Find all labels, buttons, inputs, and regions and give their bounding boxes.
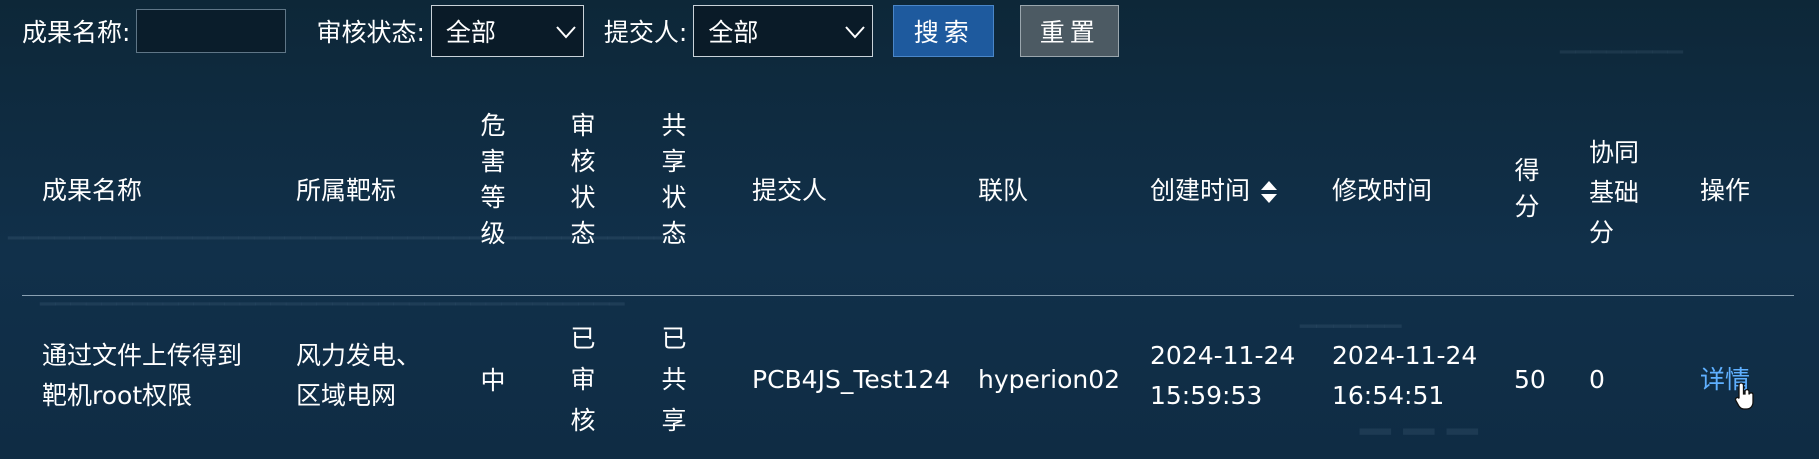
header-share: 共 享 状 态 (659, 108, 689, 252)
header-share-char: 共 (661, 111, 687, 140)
header-hazard: 危 害 等 级 (478, 108, 508, 252)
header-review-char: 审 (570, 111, 596, 140)
background-ghost: ▔▔▔▔▔▔▔▔ (1560, 50, 1684, 74)
cell-collab: 0 (1589, 365, 1605, 394)
header-review-char: 核 (570, 147, 596, 176)
header-review-char: 状 (570, 183, 596, 212)
cell-modified-time: 16:54:51 (1332, 381, 1445, 410)
reset-button[interactable]: 重置 (1020, 5, 1120, 57)
header-share-char: 状 (661, 183, 687, 212)
cell-modified-date: 2024-11-24 (1332, 341, 1478, 370)
header-review-char: 态 (570, 219, 596, 248)
cell-target-line: 区域电网 (296, 381, 397, 410)
cell-team: hyperion02 (978, 365, 1121, 394)
header-score-char: 得 (1514, 156, 1540, 185)
page: ▔▔▔▔▔▔▔▔▔▔▔▔▔▔▔▔▔▔▔▔▔▔▔▔▔▔▔▔▔▔▔▔▔▔▔▔▔▔▔▔… (0, 0, 1819, 459)
header-modified: 修改时间 (1332, 176, 1433, 205)
header-collab-line: 分 (1589, 218, 1615, 247)
cell-created: 2024-11-24 15:59:53 (1150, 336, 1295, 416)
table-header: 成果名称 所属靶标 危 害 等 级 审 核 状 态 共 享 状 态 提交人 联队… (0, 100, 1819, 295)
header-created-label: 创建时间 (1150, 176, 1251, 205)
header-score: 得 分 (1512, 153, 1542, 225)
status-filter-value: 全部 (445, 18, 496, 47)
search-button[interactable]: 搜索 (893, 5, 995, 57)
table-row: 通过文件上传得到 靶机root权限 风力发电、 区域电网 中 已 审 核 已 共… (0, 300, 1819, 459)
sort-icon[interactable] (1260, 178, 1278, 206)
header-name: 成果名称 (42, 176, 143, 205)
header-divider (22, 295, 1794, 296)
cell-target-line: 风力发电、 (296, 341, 422, 370)
cursor-icon (1734, 382, 1754, 410)
name-filter-label: 成果名称: (22, 18, 131, 47)
submitter-filter-select[interactable]: 全部 (693, 5, 874, 57)
header-created[interactable]: 创建时间 (1150, 173, 1278, 209)
submitter-filter-value: 全部 (708, 18, 759, 47)
cell-created-date: 2024-11-24 (1150, 341, 1296, 370)
header-action: 操作 (1700, 176, 1751, 205)
header-share-char: 态 (661, 219, 687, 248)
header-hazard-char: 等 (480, 183, 506, 212)
header-submitter: 提交人 (752, 176, 828, 205)
cell-hazard: 中 (480, 366, 506, 395)
cell-review: 已 审 核 (568, 318, 598, 441)
chevron-down-icon (556, 26, 576, 39)
header-hazard-char: 害 (480, 147, 506, 176)
header-target: 所属靶标 (296, 176, 397, 205)
name-filter-input[interactable] (136, 9, 287, 53)
header-share-char: 享 (661, 147, 687, 176)
status-filter-select[interactable]: 全部 (430, 5, 584, 57)
header-collab-line: 基础 (1589, 178, 1640, 207)
submitter-filter-label: 提交人: (603, 18, 688, 47)
header-team: 联队 (978, 176, 1029, 205)
status-filter-label: 审核状态: (316, 18, 425, 47)
cell-created-time: 15:59:53 (1150, 381, 1263, 410)
header-collab: 协同 基础 分 (1589, 133, 1639, 253)
cell-score: 50 (1514, 365, 1546, 394)
chevron-down-icon (845, 26, 866, 39)
cell-share-char: 已 (661, 324, 687, 353)
cell-share-char: 共 (661, 365, 687, 394)
cell-submitter: PCB4JS_Test124 (752, 365, 951, 394)
cell-review-char: 核 (570, 406, 596, 435)
cell-review-char: 审 (570, 365, 596, 394)
cell-name: 通过文件上传得到 靶机root权限 (42, 336, 242, 416)
filter-bar: 成果名称: 审核状态: 全部 提交人: 全部 搜索 重置 (22, 4, 1120, 58)
cell-modified: 2024-11-24 16:54:51 (1332, 336, 1477, 416)
cell-name-line: 靶机root权限 (42, 381, 193, 410)
cell-target: 风力发电、 区域电网 (296, 336, 421, 416)
header-collab-line: 协同 (1589, 138, 1640, 167)
cell-share: 已 共 享 (659, 318, 689, 441)
cell-share-char: 享 (661, 406, 687, 435)
header-review: 审 核 状 态 (568, 108, 598, 252)
header-score-char: 分 (1514, 192, 1540, 221)
cell-name-line: 通过文件上传得到 (42, 341, 243, 370)
header-hazard-char: 危 (480, 111, 506, 140)
header-hazard-char: 级 (480, 219, 506, 248)
cell-review-char: 已 (570, 324, 596, 353)
